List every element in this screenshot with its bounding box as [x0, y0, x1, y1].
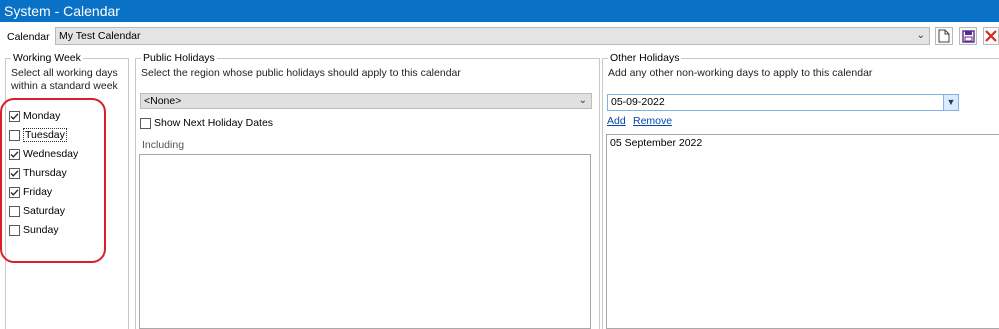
window-titlebar: System - Calendar	[0, 0, 999, 22]
calendar-select[interactable]: My Test Calendar ⌄	[55, 27, 930, 45]
public-holidays-description: Select the region whose public holidays …	[141, 67, 461, 79]
calendar-select-value: My Test Calendar	[59, 30, 141, 42]
remove-holiday-link[interactable]: Remove	[633, 115, 672, 127]
new-calendar-button[interactable]	[935, 27, 953, 45]
new-document-icon	[938, 29, 950, 43]
chevron-down-icon[interactable]: ▼	[943, 95, 958, 110]
holiday-date-picker[interactable]: 05-09-2022 ▼	[607, 94, 959, 111]
save-button[interactable]	[959, 27, 977, 45]
chevron-down-icon: ⌄	[916, 30, 925, 41]
calendar-label: Calendar	[7, 31, 50, 43]
working-days-highlight	[0, 98, 106, 263]
list-item[interactable]: 05 September 2022	[610, 137, 702, 149]
chevron-down-icon: ⌄	[578, 95, 587, 106]
including-list[interactable]	[139, 154, 591, 329]
add-holiday-link[interactable]: Add	[607, 115, 626, 127]
show-next-holiday-label: Show Next Holiday Dates	[154, 117, 274, 129]
region-select[interactable]: <None> ⌄	[140, 93, 592, 109]
delete-button[interactable]	[983, 27, 999, 45]
show-next-holiday-checkbox[interactable]	[140, 117, 151, 129]
other-holidays-title: Other Holidays	[608, 52, 682, 64]
working-week-title: Working Week	[11, 52, 83, 64]
region-select-value: <None>	[144, 95, 182, 107]
delete-icon	[985, 30, 997, 42]
working-week-description: Select all working days within a standar…	[11, 67, 118, 92]
public-holidays-title: Public Holidays	[141, 52, 217, 64]
including-label: Including	[142, 139, 185, 151]
holiday-date-value: 05-09-2022	[611, 96, 665, 108]
other-holidays-description: Add any other non-working days to apply …	[608, 67, 873, 79]
show-next-holiday-dates[interactable]: Show Next Holiday Dates	[140, 116, 273, 130]
other-holidays-list[interactable]	[606, 134, 999, 329]
window-title: System - Calendar	[4, 3, 120, 19]
save-icon	[961, 29, 975, 43]
